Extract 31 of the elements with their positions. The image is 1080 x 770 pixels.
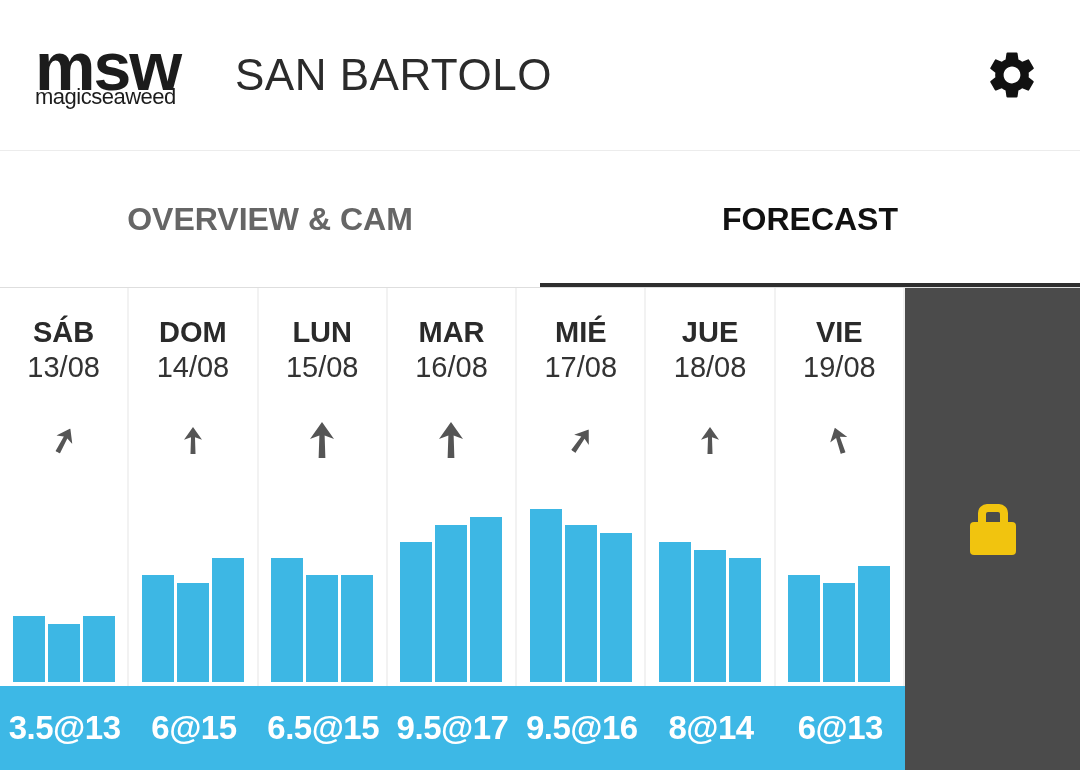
arrow-icon [183,426,202,454]
day-date: 15/08 [285,350,359,385]
day-name: VIE [815,315,863,350]
arrow-icon [439,422,464,458]
day-name: LUN [292,315,352,350]
swell-label: 3.5@13 [7,708,122,749]
lock-icon [969,503,1016,555]
day-name: SÁB [33,315,95,350]
swell-label: 9.5@16 [524,708,639,749]
day-date: 13/08 [27,350,100,385]
day-name: MIÉ [555,315,607,350]
swell-bar [12,616,45,682]
swell-label: 6.5@15 [266,708,381,749]
day-name: DOM [159,315,227,350]
day-date: 14/08 [156,350,230,385]
arrow-icon [701,426,720,454]
day-name: MAR [418,315,485,350]
swell-label: 6@15 [150,708,238,749]
swell-label: 9.5@17 [395,708,510,749]
swell-label: 6@13 [796,708,884,749]
tab[interactable]: OVERVIEW & CAM [0,151,540,287]
swell-bar [82,616,115,682]
swell-label: 8@14 [667,708,755,749]
day-date: 17/08 [544,350,618,385]
day-date: 19/08 [803,350,876,385]
day-name: JUE [681,315,739,350]
day-date: 18/08 [673,350,747,385]
page-title: SAN BARTOLO [235,53,552,97]
swell-bar [47,624,80,682]
arrow-icon [310,422,335,458]
day-date: 16/08 [415,350,488,385]
